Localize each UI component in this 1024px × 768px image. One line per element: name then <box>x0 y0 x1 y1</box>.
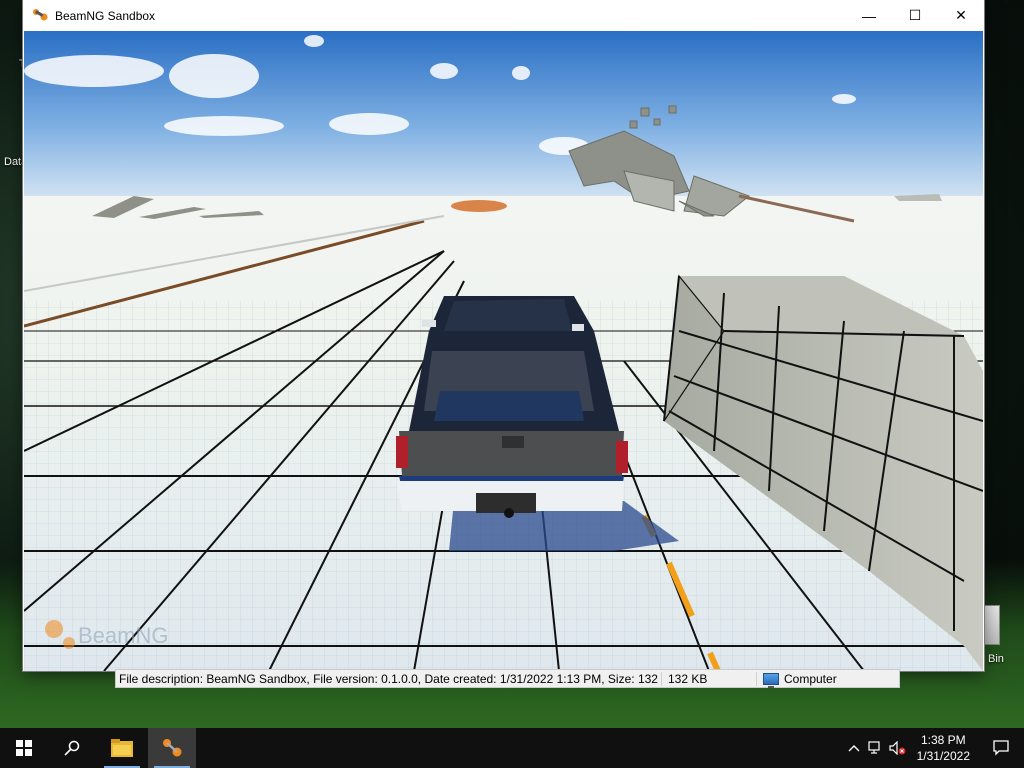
beamng-app-icon <box>32 8 48 24</box>
location-cell: Computer <box>756 671 837 688</box>
computer-icon <box>763 672 779 688</box>
file-explorer-icon[interactable] <box>98 728 146 768</box>
beamng-app-icon[interactable] <box>148 728 196 768</box>
title-bar[interactable]: BeamNG Sandbox — ☐ ✕ <box>23 0 984 31</box>
close-button[interactable]: ✕ <box>938 0 984 31</box>
file-size: 132 KB <box>661 671 756 686</box>
minimize-button[interactable]: — <box>846 0 892 31</box>
file-info-tooltip: File description: BeamNG Sandbox, File v… <box>115 669 900 688</box>
clock-date: 1/31/2022 <box>916 749 970 763</box>
recycle-bin-label[interactable]: Bin <box>988 653 1004 665</box>
volume-muted-icon[interactable] <box>887 728 909 768</box>
taskbar-clock[interactable]: 1:38 PM 1/31/2022 <box>909 732 978 764</box>
location-label: Computer <box>784 671 837 686</box>
clock-time: 1:38 PM <box>920 733 966 747</box>
notification-icon[interactable] <box>978 728 1024 768</box>
recycle-bin-icon[interactable] <box>984 605 1000 645</box>
dirt-mound <box>451 200 507 212</box>
chevron-up-icon[interactable] <box>843 728 865 768</box>
system-tray: 1:38 PM 1/31/2022 <box>843 728 1024 768</box>
sky <box>24 31 983 206</box>
window-controls: — ☐ ✕ <box>846 0 984 31</box>
game-viewport[interactable]: BeamNG <box>24 31 983 671</box>
windows-start-icon[interactable] <box>0 728 48 768</box>
network-icon[interactable] <box>865 728 887 768</box>
search-icon[interactable] <box>48 728 96 768</box>
file-description: File description: BeamNG Sandbox, File v… <box>119 671 661 686</box>
app-window: BeamNG Sandbox — ☐ ✕ BeamNG <box>23 0 984 671</box>
window-title: BeamNG Sandbox <box>55 8 156 23</box>
maximize-button[interactable]: ☐ <box>892 0 938 31</box>
taskbar: 1:38 PM 1/31/2022 <box>0 728 1024 768</box>
watermark-text: BeamNG <box>78 623 168 648</box>
